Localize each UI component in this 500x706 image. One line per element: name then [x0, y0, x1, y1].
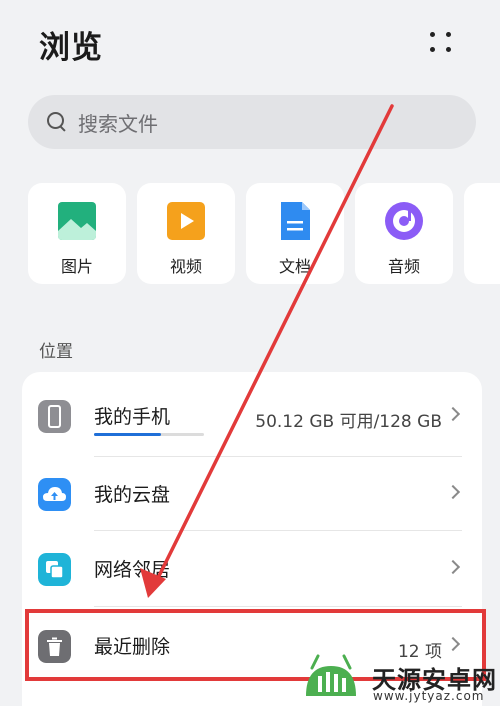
search-input[interactable]: 搜索文件 — [28, 95, 476, 149]
cloud-icon — [38, 478, 71, 511]
page-title: 浏览 — [39, 30, 103, 66]
phone-icon — [38, 400, 71, 433]
location-label: 我的手机 — [94, 406, 171, 428]
location-my-cloud[interactable]: 我的云盘 — [22, 454, 482, 534]
location-network[interactable]: 网络邻居 — [22, 529, 482, 609]
document-icon — [281, 202, 310, 240]
category-label: 视频 — [169, 257, 202, 276]
category-label: 音频 — [387, 257, 420, 276]
location-my-phone[interactable]: 我的手机 50.12 GB 可用/128 GB — [22, 376, 482, 456]
network-icon — [38, 553, 71, 586]
chevron-right-icon — [445, 484, 461, 500]
category-images[interactable]: 图片 — [28, 183, 126, 284]
category-label: 文档 — [278, 257, 311, 276]
location-label: 我的云盘 — [94, 484, 171, 506]
chevron-right-icon — [445, 406, 461, 422]
search-placeholder: 搜索文件 — [78, 111, 158, 136]
storage-progress-bar — [94, 433, 204, 436]
audio-icon — [385, 202, 423, 240]
category-videos[interactable]: 视频 — [137, 183, 235, 284]
image-icon — [58, 202, 96, 240]
search-icon — [46, 111, 68, 133]
video-icon — [167, 202, 205, 240]
chevron-right-icon — [445, 559, 461, 575]
watermark-logo — [306, 654, 356, 696]
category-row: 图片 视频 文档 音频 — [28, 183, 500, 284]
category-documents[interactable]: 文档 — [246, 183, 344, 284]
category-more[interactable] — [464, 183, 500, 284]
category-label: 图片 — [60, 257, 93, 276]
more-options-button[interactable] — [424, 28, 458, 56]
category-audio[interactable]: 音频 — [355, 183, 453, 284]
watermark-url: www.jytyaz.com — [373, 689, 485, 703]
storage-progress-fill — [94, 433, 162, 436]
location-label: 网络邻居 — [94, 559, 171, 581]
location-value: 50.12 GB 可用/128 GB — [255, 412, 442, 432]
locations-heading: 位置 — [39, 342, 73, 362]
